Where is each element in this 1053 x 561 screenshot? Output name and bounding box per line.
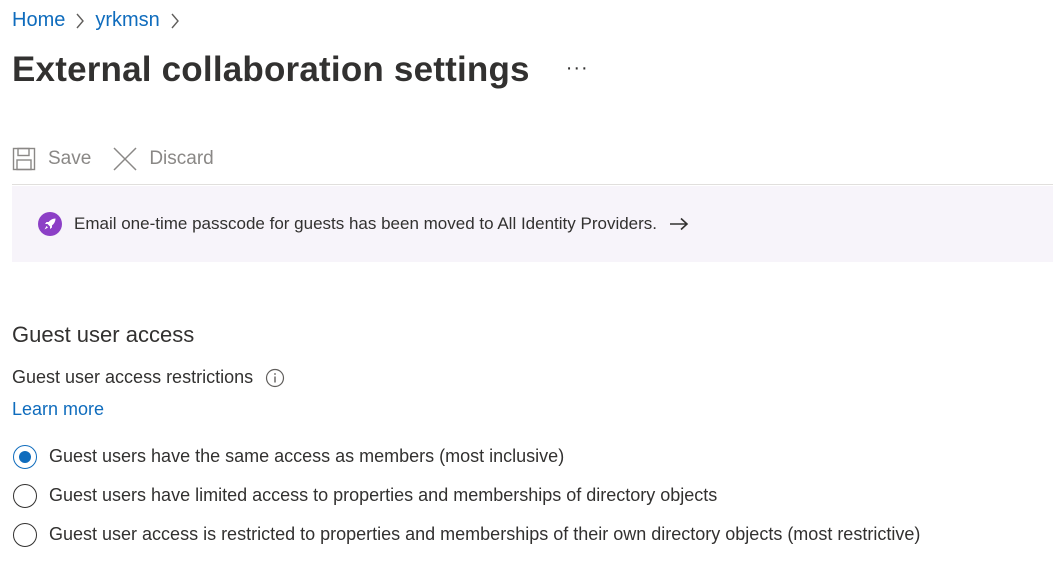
discard-button[interactable]: Discard <box>113 147 214 171</box>
banner-message: Email one-time passcode for guests has b… <box>74 214 658 233</box>
info-icon[interactable] <box>265 368 285 388</box>
breadcrumb-tenant[interactable]: yrkmsn <box>95 9 159 32</box>
chevron-right-icon <box>75 13 85 29</box>
radio-label: Guest users have limited access to prope… <box>49 485 718 505</box>
guest-access-radio-group: Guest users have the same access as memb… <box>13 437 920 554</box>
radio-option-limited-access[interactable]: Guest users have limited access to prope… <box>13 476 920 515</box>
guest-access-restrictions-label: Guest user access restrictions <box>12 367 285 388</box>
radio-label: Guest users have the same access as memb… <box>49 446 565 466</box>
section-title: Guest user access <box>12 322 195 347</box>
save-icon <box>12 147 36 171</box>
breadcrumb: Home yrkmsn <box>12 9 190 32</box>
radio-option-same-access[interactable]: Guest users have the same access as memb… <box>13 437 920 476</box>
radio-option-restricted-access[interactable]: Guest user access is restricted to prope… <box>13 515 920 554</box>
radio-button[interactable] <box>13 522 37 547</box>
save-label: Save <box>48 148 92 169</box>
title-row: External collaboration settings ··· <box>12 50 589 90</box>
field-label-text: Guest user access restrictions <box>12 367 254 387</box>
info-banner: Email one-time passcode for guests has b… <box>12 186 1053 262</box>
arrow-right-icon[interactable] <box>669 217 689 231</box>
breadcrumb-home[interactable]: Home <box>12 9 65 32</box>
radio-button-selected[interactable] <box>13 444 37 469</box>
radio-label: Guest user access is restricted to prope… <box>49 524 921 544</box>
save-button[interactable]: Save <box>12 147 91 171</box>
learn-more-link[interactable]: Learn more <box>12 399 104 420</box>
radio-dot <box>19 450 31 463</box>
chevron-right-icon <box>170 13 180 29</box>
command-bar: Save Discard <box>12 134 1053 185</box>
page-title: External collaboration settings <box>12 50 530 89</box>
rocket-icon <box>38 212 62 236</box>
radio-button[interactable] <box>13 483 37 508</box>
close-icon <box>113 147 137 171</box>
more-options-button[interactable]: ··· <box>566 57 589 80</box>
discard-label: Discard <box>149 148 214 169</box>
